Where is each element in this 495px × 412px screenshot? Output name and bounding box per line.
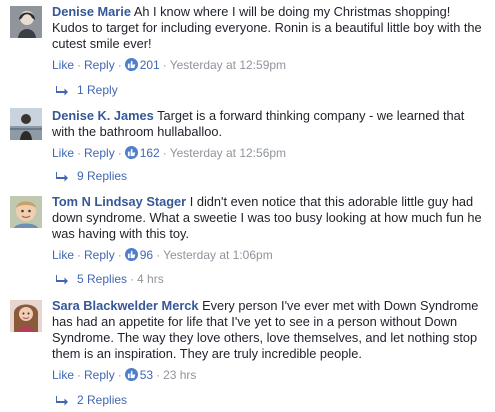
reply-link[interactable]: Reply (84, 146, 115, 160)
reply-arrow-icon (56, 275, 68, 285)
comment-author[interactable]: Tom N Lindsay Stager (52, 194, 186, 209)
avatar[interactable] (10, 108, 42, 140)
like-link[interactable]: Like (52, 248, 74, 262)
replies-count[interactable]: 1 Reply (77, 83, 118, 97)
comment-actions: Like · Reply · 162 · Yesterday at 12:56pm (52, 146, 287, 160)
replies-timestamp: 4 hrs (137, 272, 164, 286)
view-replies-link[interactable]: 1 Reply (56, 82, 118, 98)
comment-body: Sara Blackwelder Merck Every person I've… (52, 298, 487, 362)
reply-arrow-icon (56, 86, 68, 96)
like-count[interactable]: 201 (140, 58, 160, 72)
thumbs-up-icon[interactable] (124, 146, 138, 159)
like-count[interactable]: 162 (140, 146, 160, 160)
like-link[interactable]: Like (52, 368, 74, 382)
comment-body: Tom N Lindsay Stager I didn't even notic… (52, 194, 487, 242)
comment-author[interactable]: Sara Blackwelder Merck (52, 298, 199, 313)
reply-link[interactable]: Reply (84, 368, 115, 382)
avatar[interactable] (10, 6, 42, 38)
timestamp[interactable]: Yesterday at 12:56pm (170, 146, 286, 160)
comment-body: Denise K. James Target is a forward thin… (52, 108, 487, 140)
comment-actions: Like · Reply · 53 · 23 hrs (52, 368, 197, 382)
thumbs-up-icon[interactable] (124, 58, 138, 71)
avatar[interactable] (10, 300, 42, 332)
like-count[interactable]: 53 (140, 368, 153, 382)
view-replies-link[interactable]: 9 Replies (56, 168, 127, 184)
view-replies-link[interactable]: 2 Replies (56, 392, 127, 408)
comment-body: Denise Marie Ah I know where I will be d… (52, 4, 487, 52)
timestamp[interactable]: 23 hrs (163, 368, 196, 382)
like-link[interactable]: Like (52, 146, 74, 160)
timestamp[interactable]: Yesterday at 1:06pm (163, 248, 273, 262)
replies-count[interactable]: 9 Replies (77, 169, 127, 183)
thumbs-up-icon[interactable] (124, 368, 138, 381)
reply-link[interactable]: Reply (84, 58, 115, 72)
reply-arrow-icon (56, 172, 68, 182)
timestamp[interactable]: Yesterday at 12:59pm (170, 58, 286, 72)
view-replies-link[interactable]: 5 Replies · 4 hrs (56, 271, 164, 287)
comment-author[interactable]: Denise Marie (52, 4, 131, 19)
reply-arrow-icon (56, 396, 68, 406)
replies-count[interactable]: 2 Replies (77, 393, 127, 407)
replies-count[interactable]: 5 Replies (77, 272, 127, 286)
comment-author[interactable]: Denise K. James (52, 108, 154, 123)
like-count[interactable]: 96 (140, 248, 153, 262)
comment-actions: Like · Reply · 96 · Yesterday at 1:06pm (52, 248, 273, 262)
thumbs-up-icon[interactable] (124, 248, 138, 261)
like-link[interactable]: Like (52, 58, 74, 72)
reply-link[interactable]: Reply (84, 248, 115, 262)
comment-actions: Like · Reply · 201 · Yesterday at 12:59pm (52, 58, 287, 72)
avatar[interactable] (10, 196, 42, 228)
